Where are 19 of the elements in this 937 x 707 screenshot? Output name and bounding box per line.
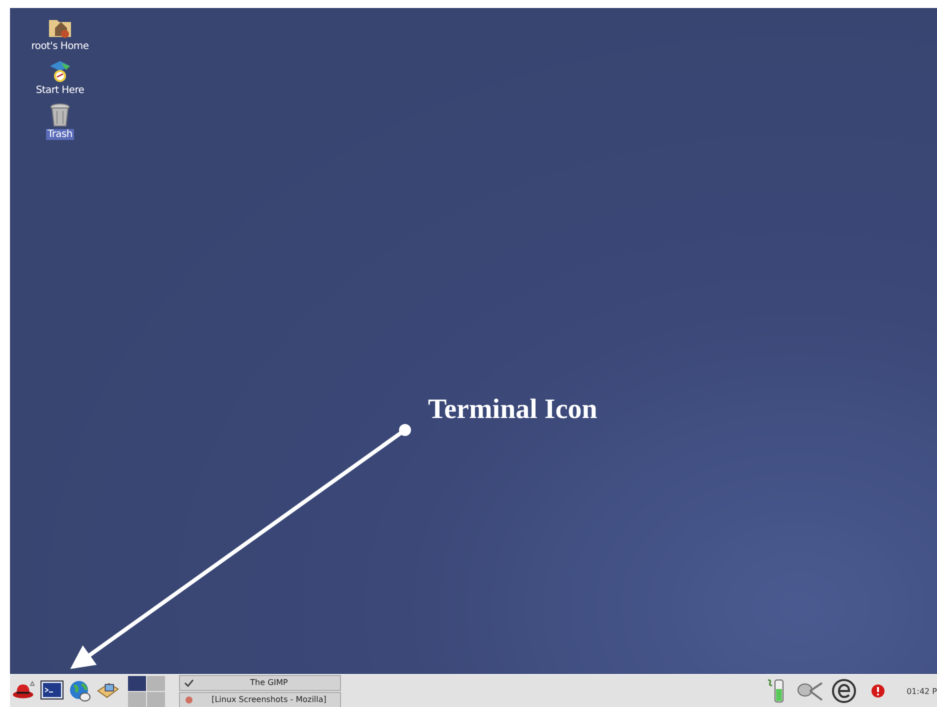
terminal-icon[interactable] (40, 679, 64, 701)
battery-icon[interactable] (766, 678, 786, 704)
workspace-cell[interactable] (128, 692, 146, 706)
clock[interactable]: 01:42 P (906, 686, 937, 696)
globe-mouse-icon[interactable] (68, 679, 92, 703)
alert-icon[interactable] (870, 684, 885, 698)
annotation-label: Terminal Icon (428, 394, 598, 426)
desktop-icon-label[interactable]: Start Here (34, 85, 86, 96)
hat-icon[interactable] (12, 679, 36, 701)
task-button[interactable]: The GIMP (179, 674, 341, 690)
trash-icon (49, 102, 71, 128)
desktop-icon-label[interactable]: Trash (46, 129, 74, 140)
e-letter-icon[interactable] (830, 678, 857, 704)
task-button[interactable]: [Linux Screenshots - Mozilla] (179, 692, 341, 707)
workspace-cell[interactable] (147, 676, 165, 690)
check-icon (184, 678, 194, 686)
workspace-cell[interactable] (147, 692, 165, 706)
workspace-cell[interactable] (128, 676, 146, 690)
desktop-icon-label[interactable]: root's Home (29, 41, 91, 52)
